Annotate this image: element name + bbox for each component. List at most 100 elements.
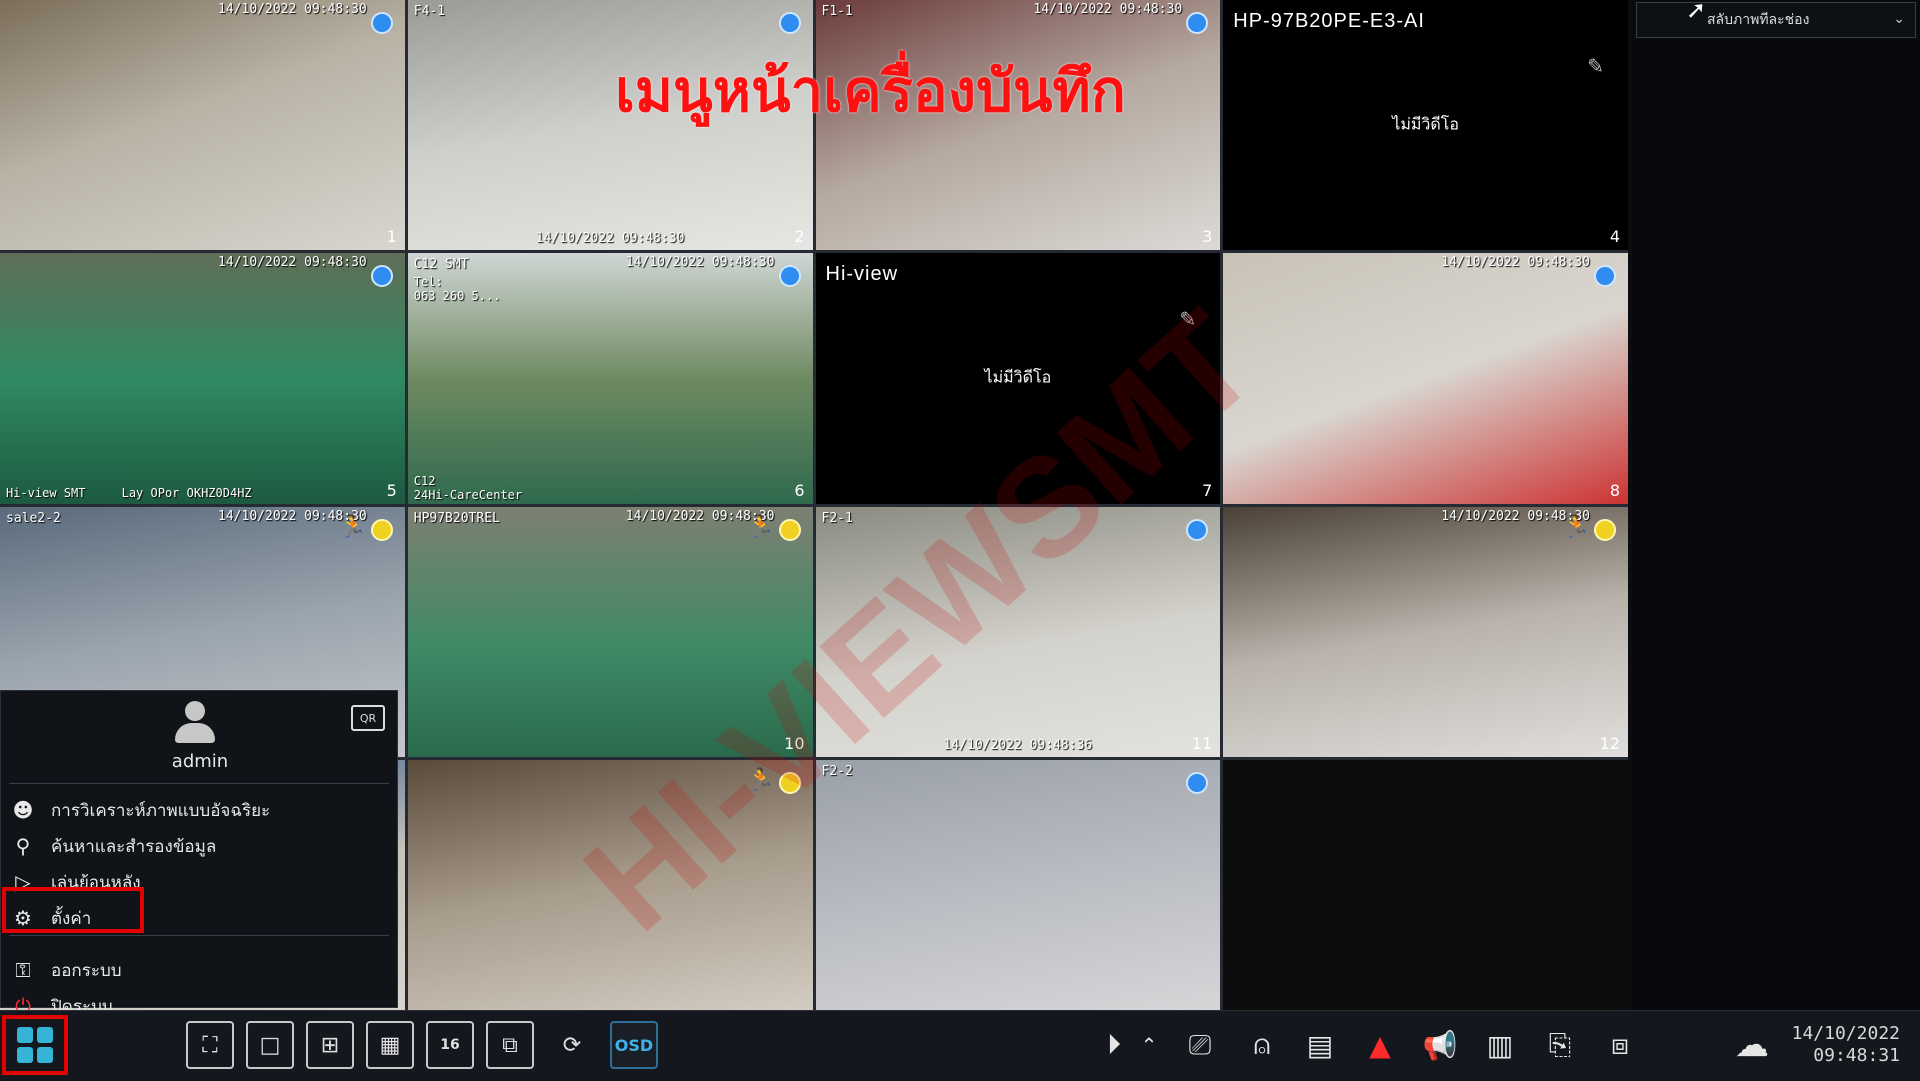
status-indicator-icon bbox=[370, 265, 393, 288]
camera-tile[interactable]: 14/10/2022 09:48:30 🏃 12 bbox=[1223, 506, 1628, 757]
menu-item-search[interactable]: ⚲ ค้นหาและสำรองข้อมูล bbox=[1, 829, 397, 863]
face-button[interactable]: ⍝ bbox=[1238, 1021, 1286, 1069]
camera-name: sale2-2 bbox=[6, 510, 61, 526]
camera-name: F4-1 bbox=[413, 4, 446, 19]
menu-item-key[interactable]: ⚿ ออกระบบ bbox=[1, 953, 397, 987]
fullscreen-button[interactable]: ⛶ bbox=[186, 1021, 234, 1069]
sequence-button[interactable]: ⟳ bbox=[548, 1021, 596, 1069]
channel-number: 5 bbox=[386, 480, 397, 500]
channel-number: 6 bbox=[794, 480, 805, 500]
camera-tile[interactable]: 14/10/2022 09:48:30 Hi-view SMT Lay OPor … bbox=[0, 253, 405, 504]
camera-tile[interactable]: Hi-view ไม่มีวิดีโอ ✎ 7 bbox=[815, 253, 1221, 504]
no-video-label: ไม่มีวิดีโอ bbox=[984, 367, 1052, 387]
camera-tile[interactable]: 14/10/2022 09:48:30 8 bbox=[1223, 253, 1628, 504]
expand-button[interactable]: ⌃ bbox=[1134, 1021, 1164, 1069]
camera-name: F2-1 bbox=[821, 510, 853, 526]
camera-overlay-text: Tel: 063 260 5... bbox=[413, 275, 501, 304]
fullscreen-icon: ⛶ bbox=[202, 1032, 218, 1058]
edit-icon[interactable]: ✎ bbox=[1179, 307, 1196, 331]
motion-alert-icon: 🏃 bbox=[747, 514, 775, 540]
camera-feed bbox=[0, 0, 405, 251]
side-panel: สลับภาพทีละช่อง ⌄ ➚ bbox=[1632, 0, 1920, 1010]
camera-feed bbox=[407, 506, 813, 757]
divider bbox=[9, 935, 389, 936]
alarm-light-icon: ▲ bbox=[1369, 1028, 1391, 1062]
camera-tile[interactable] bbox=[1223, 759, 1628, 1010]
camera-name: F2-2 bbox=[821, 763, 853, 779]
key-icon: ⚿ bbox=[15, 958, 31, 982]
camera-feed bbox=[815, 506, 1221, 757]
cloud-upload-button[interactable]: ☁ bbox=[1728, 1021, 1776, 1069]
camera-name: F1-1 bbox=[821, 4, 853, 19]
camera-tile[interactable]: HP97B20TREL 14/10/2022 09:48:30 🏃 10 bbox=[407, 506, 813, 757]
osd-button[interactable]: OSD bbox=[610, 1021, 658, 1069]
osd-label: OSD bbox=[614, 1035, 654, 1055]
split-4-button[interactable]: ⊞ bbox=[306, 1021, 354, 1069]
cloud-upload-icon: ☁ bbox=[1735, 1025, 1769, 1065]
user-lock-icon: ⍝ bbox=[1253, 1028, 1271, 1061]
start-menu: admin QR ☻ การวิเคราะห์ภาพแบบอัจฉริยะ ⚲ ค้น… bbox=[0, 690, 398, 1018]
camera-timestamp: 14/10/2022 09:48:30 bbox=[218, 2, 367, 17]
time-text: 09:48:31 bbox=[1813, 1045, 1900, 1066]
split-16-button[interactable]: 16 bbox=[426, 1021, 474, 1069]
camera-feed bbox=[0, 253, 405, 504]
playback-button[interactable]: ⏵ bbox=[1090, 1021, 1138, 1069]
audio-button[interactable]: 📢 bbox=[1416, 1021, 1464, 1069]
play-circle-icon: ⏵ bbox=[1106, 1028, 1121, 1061]
storage-button[interactable]: ▥ bbox=[1476, 1021, 1524, 1069]
divider bbox=[9, 783, 389, 784]
avatar bbox=[173, 701, 217, 747]
ptz-button[interactable]: ⎚ bbox=[1176, 1021, 1224, 1069]
camera-feed bbox=[1223, 506, 1628, 757]
display-button[interactable]: ⧈ bbox=[1596, 1021, 1644, 1069]
channel-number: 1 bbox=[386, 227, 397, 247]
status-indicator-icon bbox=[1186, 518, 1209, 541]
storage-icon: ▥ bbox=[1486, 1028, 1514, 1062]
camera-timestamp: 14/10/2022 09:48:30 bbox=[218, 255, 367, 271]
camera-tile[interactable]: 14/10/2022 09:48:30 1 bbox=[0, 0, 405, 251]
layout-select[interactable]: สลับภาพทีละช่อง ⌄ bbox=[1636, 2, 1916, 38]
megaphone-icon: 📢 bbox=[1422, 1028, 1458, 1062]
taskbar: ⛶ □ ⊞ ▦ 16 ⧉ ⟳ OSD ⏵ ⌃ ⎚ ⍝ ▤ ▲ 📢 ▥ ⎘ ⧈ ☁… bbox=[0, 1010, 1920, 1081]
search-icon: ⚲ bbox=[15, 834, 31, 858]
qr-code-icon[interactable]: QR bbox=[351, 705, 385, 731]
menu-item-label: ค้นหาและสำรองข้อมูล bbox=[51, 836, 217, 857]
chevron-down-icon: ⌄ bbox=[1893, 11, 1905, 27]
channel-number: 2 bbox=[794, 227, 805, 247]
camera-tile[interactable]: 🏃 bbox=[407, 759, 813, 1010]
camera-tile[interactable]: C12 SMT 14/10/2022 09:48:30 Tel: 063 260 5… bbox=[407, 253, 813, 504]
motion-alert-icon: 🏃 bbox=[747, 767, 775, 793]
camera-timestamp: 14/10/2022 09:48:30 bbox=[535, 231, 685, 247]
edit-icon[interactable]: ✎ bbox=[1587, 54, 1604, 78]
camera-feed bbox=[1223, 253, 1628, 504]
menu-item-ai-analysis[interactable]: ☻ การวิเคราะห์ภาพแบบอัจฉริยะ bbox=[1, 793, 397, 827]
camera-feed bbox=[407, 759, 813, 1010]
nine-view-icon: ▦ bbox=[379, 1032, 401, 1058]
motion-alert-icon: 🏃 bbox=[1562, 514, 1590, 540]
split-9-button[interactable]: ▦ bbox=[366, 1021, 414, 1069]
username: admin bbox=[171, 751, 229, 772]
chevron-up-icon: ⌃ bbox=[1140, 1033, 1158, 1057]
status-indicator-icon bbox=[778, 518, 801, 541]
camera-name: C12 SMT bbox=[413, 257, 469, 273]
alarm-record-button[interactable]: ▲ bbox=[1356, 1021, 1404, 1069]
camera-tile[interactable]: F2-1 14/10/2022 09:48:36 11 bbox=[815, 506, 1221, 757]
status-indicator-icon bbox=[1186, 771, 1209, 794]
camera-timestamp: 14/10/2022 09:48:36 bbox=[943, 737, 1093, 753]
refresh-cycle-icon: ⟳ bbox=[562, 1032, 582, 1058]
channel-number: 3 bbox=[1202, 227, 1213, 247]
network-icon: ⎘ bbox=[1548, 1028, 1572, 1061]
split-1-button[interactable]: □ bbox=[246, 1021, 294, 1069]
channel-number: 11 bbox=[1191, 733, 1213, 753]
capture-button[interactable]: ▤ bbox=[1296, 1021, 1344, 1069]
camera-tile[interactable]: F2-2 bbox=[815, 759, 1221, 1010]
camera-tile[interactable]: HP-97B20PE-E3-AI ไม่มีวิดีโอ ✎ 4 bbox=[1223, 0, 1628, 251]
no-video-label: ไม่มีวิดีโอ bbox=[1392, 114, 1459, 134]
motion-alert-icon: 🏃 bbox=[339, 514, 367, 540]
custom-layout-button[interactable]: ⧉ bbox=[486, 1021, 534, 1069]
start-menu-button[interactable] bbox=[2, 1015, 68, 1075]
status-indicator-icon bbox=[370, 518, 393, 541]
camera-timestamp: 14/10/2022 09:48:30 bbox=[1441, 255, 1590, 271]
network-button[interactable]: ⎘ bbox=[1536, 1021, 1584, 1069]
channel-number: 8 bbox=[1609, 480, 1620, 500]
